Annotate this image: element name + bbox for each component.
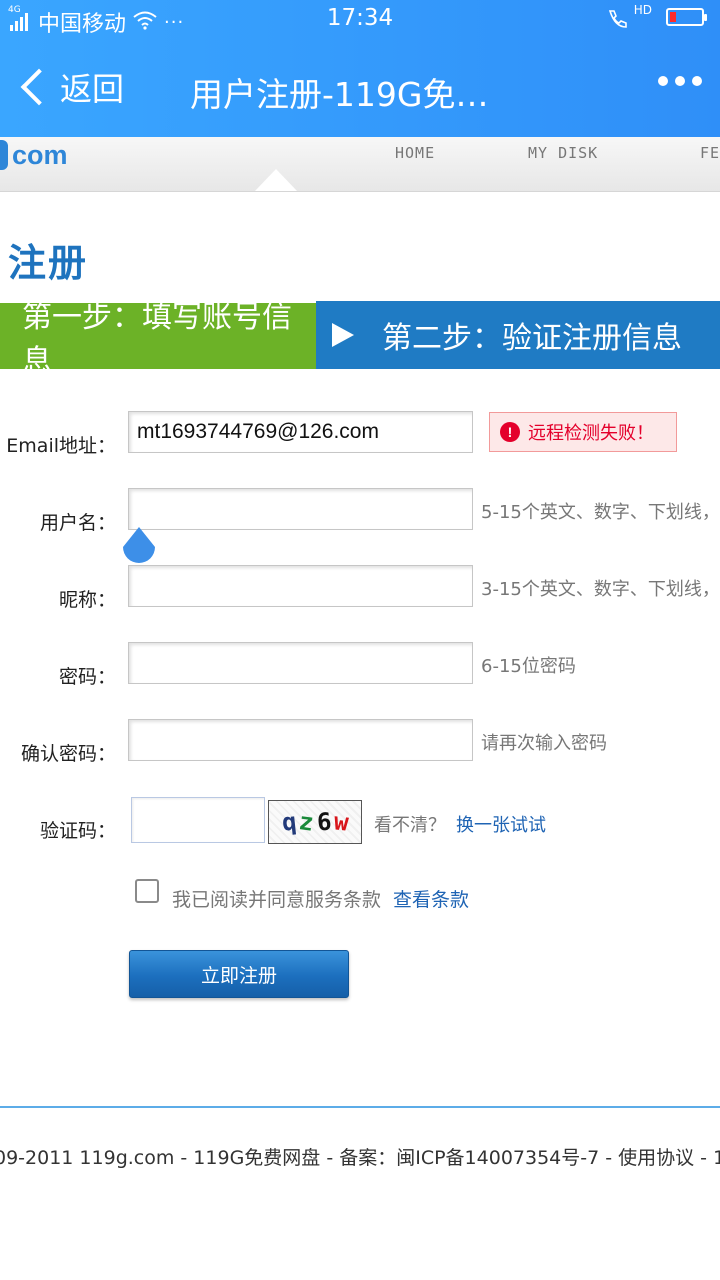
site-nav-home[interactable]: HOME [395, 144, 528, 162]
error-icon: ! [500, 422, 520, 442]
status-right: HD [607, 3, 707, 28]
password-label: 密码： [58, 666, 116, 688]
password-hint: 6-15位密码 [481, 656, 576, 677]
username-field[interactable] [128, 488, 473, 530]
confirm-password-field[interactable] [128, 719, 473, 761]
step-1: 第一步：填写账号信息 [0, 300, 316, 379]
password-field[interactable] [128, 642, 473, 684]
more-dot-icon [675, 76, 685, 86]
text-cursor-handle-icon[interactable] [117, 525, 161, 577]
username-label: 用户名： [39, 512, 116, 534]
more-menu-button[interactable] [658, 76, 702, 86]
captcha-image[interactable]: q z 6 w [268, 800, 362, 844]
confirm-password-label: 确认密码： [20, 743, 116, 765]
page-heading: 注册 [8, 241, 89, 285]
step-1-label: 第一步：填写账号信息 [22, 300, 292, 379]
hd-label: HD [633, 3, 652, 17]
site-logo[interactable]: com [0, 137, 68, 173]
email-error-text: 远程检测失败！ [528, 423, 654, 444]
step-2: 第二步：验证注册信息 [316, 301, 720, 369]
footer-divider [0, 1106, 720, 1108]
agree-text: 我已阅读并同意服务条款 [172, 889, 382, 911]
captcha-char: z [297, 807, 316, 837]
more-dot-icon [692, 76, 702, 86]
nickname-label: 昵称： [58, 589, 116, 611]
logo-text: com [12, 139, 68, 170]
captcha-label: 验证码： [39, 820, 116, 842]
captcha-refresh-link[interactable]: 换一张试试 [456, 811, 546, 837]
nickname-hint: 3-15个英文、数字、下划线， [481, 579, 720, 600]
email-field[interactable]: mt1693744769@126.com [128, 411, 473, 453]
view-terms-link[interactable]: 查看条款 [393, 885, 469, 912]
nickname-field[interactable] [128, 565, 473, 607]
back-button[interactable]: 返回 [16, 64, 124, 110]
nav-bar: 返回 用户注册-119G免… [0, 38, 720, 137]
captcha-char: w [332, 807, 350, 837]
captcha-char: 6 [315, 807, 332, 837]
step-2-label: 第二步：验证注册信息 [382, 321, 682, 356]
logo-mark-icon [0, 140, 8, 170]
site-nav-more[interactable]: FE [700, 144, 720, 162]
battery-icon [666, 8, 707, 27]
site-nav: HOME MY DISK FE [395, 144, 720, 162]
email-label: Email地址： [6, 435, 116, 457]
status-bar: 4G 中国移动 ··· 17:34 HD [0, 0, 720, 38]
back-label: 返回 [60, 70, 125, 108]
captcha-field[interactable] [131, 797, 265, 843]
captcha-unclear-text: 看不清？ [374, 815, 446, 836]
email-error-message: ! 远程检测失败！ [489, 412, 677, 452]
step-banner: 第一步：填写账号信息 第二步：验证注册信息 [0, 300, 720, 379]
site-header: com HOME MY DISK FE [0, 137, 720, 192]
more-dot-icon [658, 76, 668, 86]
site-nav-my-disk[interactable]: MY DISK [528, 144, 700, 162]
hd-call-icon: HD [607, 3, 652, 28]
chevron-left-icon [20, 68, 58, 106]
captcha-char: q [280, 807, 298, 837]
app-bar: 4G 中国移动 ··· 17:34 HD 返回 用户注册-119G免… [0, 0, 720, 137]
username-hint: 5-15个英文、数字、下划线， [481, 502, 720, 523]
arrow-right-icon [332, 323, 354, 347]
confirm-password-hint: 请再次输入密码 [481, 733, 607, 754]
agree-checkbox[interactable] [135, 879, 159, 903]
register-button[interactable]: 立即注册 [129, 950, 349, 998]
footer-text: 09-2011 119g.com - 119G免费网盘 - 备案：闽ICP备14… [0, 1147, 720, 1169]
page-title-bar: 用户注册-119G免… [190, 75, 489, 114]
nav-active-notch [254, 169, 298, 191]
